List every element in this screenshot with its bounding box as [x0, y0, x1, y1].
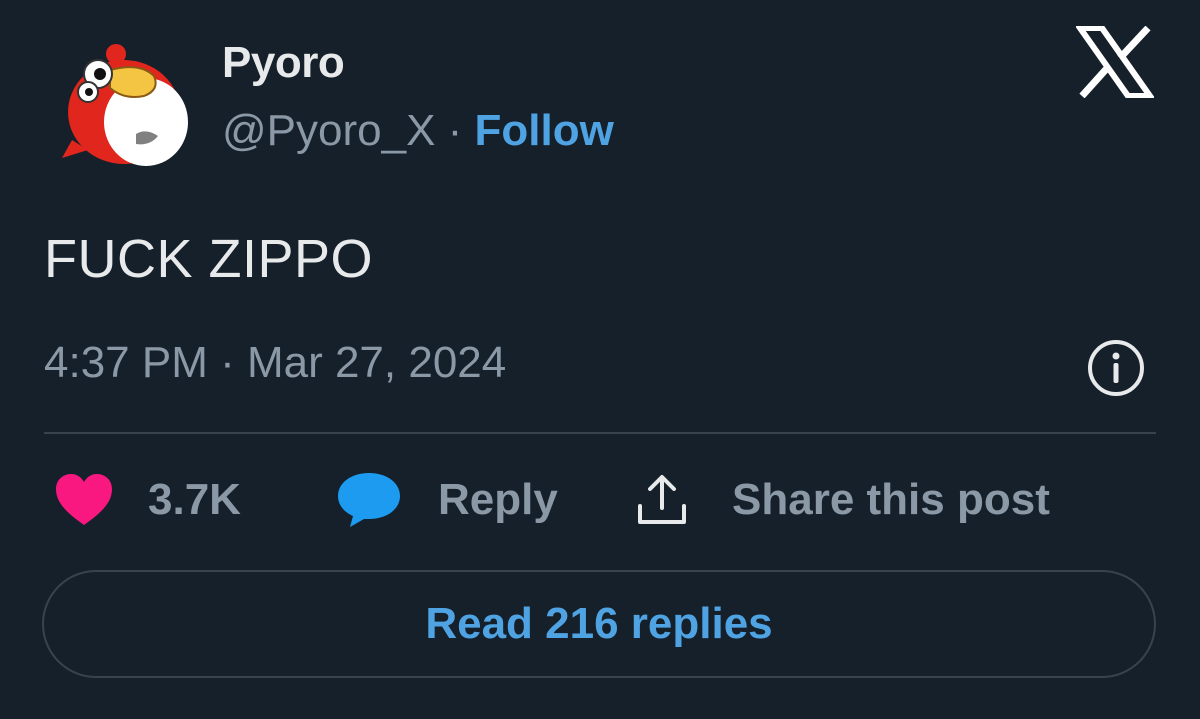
handle-separator: ·	[435, 106, 475, 155]
info-icon[interactable]	[1086, 338, 1146, 398]
action-bar: 3.7K Reply Share this post	[0, 460, 1200, 540]
x-logo-icon[interactable]	[1074, 25, 1156, 99]
like-count: 3.7K	[148, 475, 241, 524]
divider	[44, 432, 1156, 434]
author-handle-row: @Pyoro_X · Follow	[222, 106, 614, 156]
heart-icon	[56, 474, 112, 525]
post-timestamp[interactable]: 4:37 PM · Mar 27, 2024	[44, 338, 506, 388]
author-handle[interactable]: @Pyoro_X	[222, 106, 435, 155]
share-label: Share this post	[732, 475, 1050, 524]
read-replies-label: Read 216 replies	[425, 599, 773, 648]
pyoro-avatar-image	[62, 44, 188, 166]
speech-bubble-icon	[338, 473, 400, 527]
reply-button[interactable]: Reply	[336, 460, 558, 540]
avatar[interactable]	[58, 30, 198, 170]
share-arrow-icon	[638, 475, 686, 524]
reply-label: Reply	[438, 475, 558, 524]
post-text: FUCK ZIPPO	[44, 229, 374, 289]
share-button[interactable]: Share this post	[634, 460, 1050, 540]
read-replies-button[interactable]: Read 216 replies	[42, 570, 1156, 678]
author-display-name[interactable]: Pyoro	[222, 38, 345, 88]
follow-button[interactable]: Follow	[475, 106, 614, 155]
like-button[interactable]: 3.7K	[54, 460, 241, 540]
